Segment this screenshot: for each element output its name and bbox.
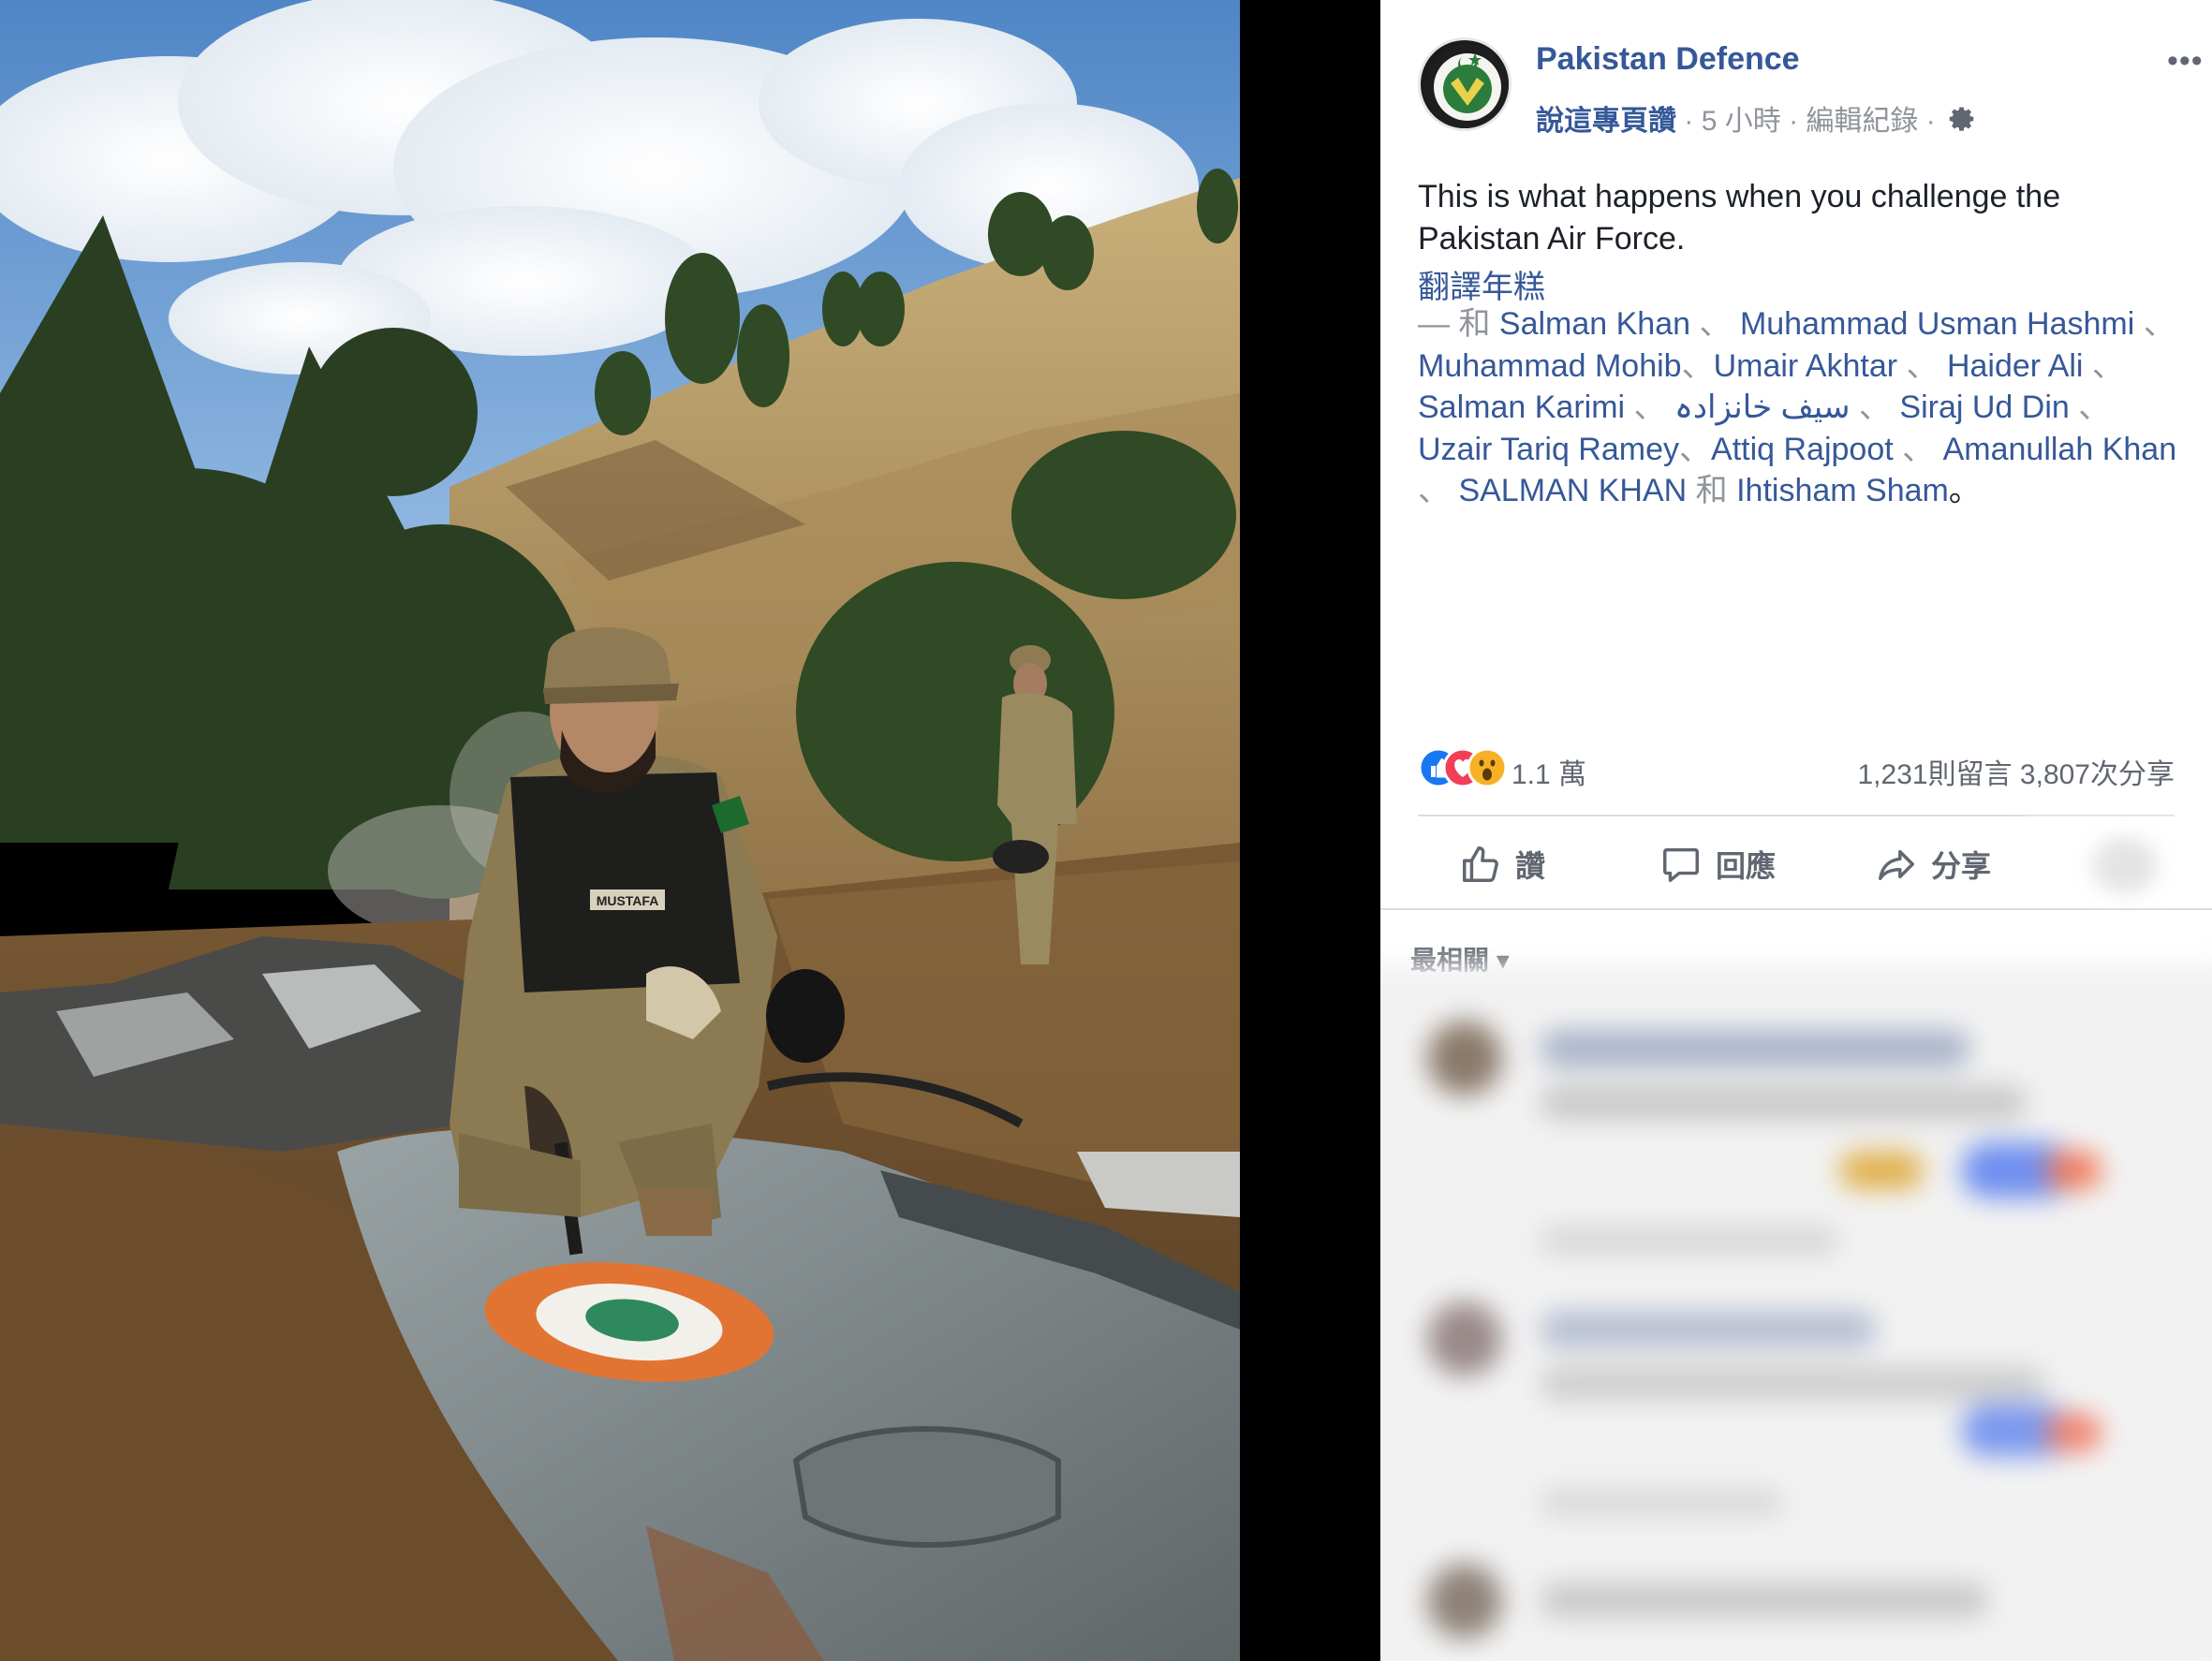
tagged-person-link[interactable]: Attiq Rajpoot	[1711, 432, 1894, 467]
tagged-person-link[interactable]: Muhammad Usman Hashmi	[1740, 306, 2134, 342]
reaction-count[interactable]: 1.1 萬	[1512, 751, 1586, 792]
tagged-person-link[interactable]: Umair Akhtar	[1714, 348, 1898, 384]
meta-separator: ·	[1925, 106, 1936, 137]
like-button-label: 讚	[1515, 849, 1546, 883]
page-logo-icon	[1424, 44, 1509, 128]
post-panel: Pakistan Defence 說這專頁讚 · 5 小時 · 編輯紀錄 · •…	[1380, 0, 2212, 1661]
see-translation-link[interactable]: 翻譯年糕	[1418, 261, 1545, 307]
tagged-person-link[interactable]: سیف خانزادہ	[1674, 390, 1851, 425]
reactions-bar: 1.1 萬 1,231則留言 3,807次分享	[1418, 745, 2175, 792]
tags-and: 和	[1695, 473, 1728, 508]
tags-prefix: — 和	[1418, 306, 1491, 342]
tagged-person-link[interactable]: Salman Karimi	[1418, 390, 1625, 425]
post-photo[interactable]: MUSTAFA	[0, 0, 1240, 1661]
wow-reaction-icon	[1467, 747, 1508, 788]
svg-text:MUSTAFA: MUSTAFA	[597, 893, 659, 908]
post-message: This is what happens when you challenge …	[1418, 176, 2176, 260]
audience-gear-icon[interactable]	[1949, 105, 1977, 140]
more-options-button[interactable]: •••	[2167, 43, 2204, 80]
comment-button-label: 回應	[1716, 849, 1777, 883]
post-timestamp[interactable]: 5 小時	[1702, 106, 1781, 137]
like-button[interactable]: 讚	[1459, 841, 1545, 888]
share-arrow-icon	[1879, 849, 1914, 881]
tagged-people: — 和 Salman Khan 、 Muhammad Usman Hashmi …	[1418, 306, 2177, 508]
post-meta-line: 說這專頁讚 · 5 小時 · 編輯紀錄 ·	[1536, 97, 1977, 140]
tagged-person-link[interactable]: Uzair Tariq Ramey	[1418, 432, 1679, 467]
tagged-person-link[interactable]: SALMAN KHAN	[1458, 473, 1687, 508]
comment-bubble-icon	[1663, 847, 1699, 882]
comment-count[interactable]: 1,231則留言	[1858, 759, 2013, 790]
like-page-link[interactable]: 說這專頁讚	[1536, 106, 1676, 137]
meta-separator: ·	[1684, 106, 1694, 137]
share-button-label: 分享	[1931, 849, 1992, 883]
tags-end: 。	[1948, 473, 1981, 508]
edit-history-link[interactable]: 編輯紀錄	[1806, 106, 1918, 137]
divider	[1380, 908, 2212, 910]
share-button[interactable]: 分享	[1875, 841, 1991, 888]
tagged-person-link[interactable]: Haider Ali	[1947, 348, 2084, 384]
tagged-person-link[interactable]: Siraj Ud Din	[1899, 390, 2069, 425]
tagged-person-link[interactable]: Muhammad Mohib	[1418, 348, 1682, 384]
page-name-link[interactable]: Pakistan Defence	[1536, 41, 1800, 78]
post-header: Pakistan Defence 說這專頁讚 · 5 小時 · 編輯紀錄 · •…	[1418, 37, 2203, 140]
share-count[interactable]: 3,807次分享	[2020, 759, 2175, 790]
tagged-person-link[interactable]: Ihtisham Sham	[1736, 473, 1949, 508]
tagged-person-link[interactable]: Amanullah Khan	[1943, 432, 2177, 467]
thumbs-up-icon	[1463, 846, 1498, 882]
reaction-icons[interactable]	[1418, 747, 1508, 788]
page-avatar[interactable]	[1418, 37, 1512, 131]
tagged-person-link[interactable]: Salman Khan	[1499, 306, 1690, 342]
blurred-region	[2027, 816, 2212, 910]
post-message-line: Pakistan Air Force.	[1418, 221, 1686, 257]
engagement-stats: 1,231則留言 3,807次分享	[1858, 751, 2175, 792]
blurred-comments	[1380, 964, 2212, 1661]
meta-separator: ·	[1789, 106, 1799, 137]
comment-button[interactable]: 回應	[1659, 841, 1776, 888]
post-message-line: This is what happens when you challenge …	[1418, 179, 2061, 214]
